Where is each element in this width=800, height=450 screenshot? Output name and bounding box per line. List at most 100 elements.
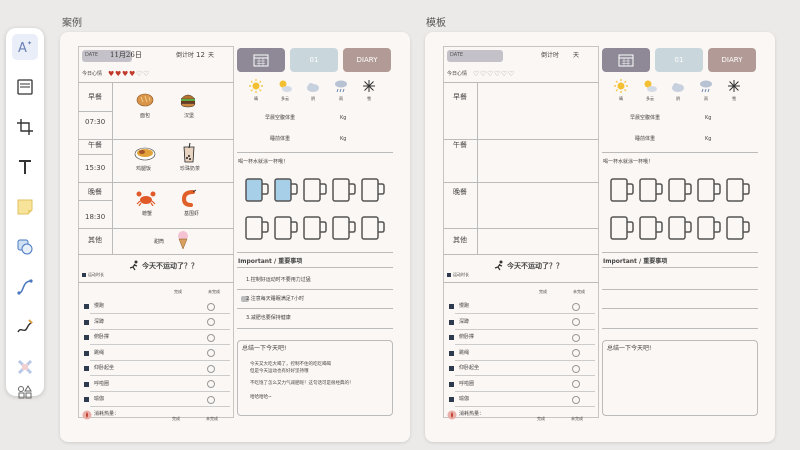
- tab-01[interactable]: 01: [290, 48, 338, 72]
- checkbox-icon: [447, 273, 451, 277]
- mood-heart-icon[interactable]: ♡: [473, 71, 479, 78]
- water-cup-icon[interactable]: [609, 215, 635, 245]
- calorie-done: 完成: [537, 416, 545, 421]
- water-cup-icon[interactable]: [667, 177, 693, 207]
- important-item: 2.注意每天睡眠满足7小时: [246, 296, 304, 302]
- important-item: 3.减肥也要保持健康: [246, 315, 291, 321]
- exercise-radio[interactable]: [572, 395, 580, 404]
- water-cup-icon[interactable]: [331, 215, 357, 245]
- mood-heart-icon[interactable]: ♡: [487, 71, 493, 78]
- exercise-radio[interactable]: [572, 364, 580, 373]
- mood-heart-icon[interactable]: ♡: [494, 71, 500, 78]
- exercise-name: 深蹲: [459, 318, 470, 325]
- tab-01[interactable]: 01: [655, 48, 703, 72]
- sticky-note-icon[interactable]: [12, 194, 38, 220]
- more-shapes-icon[interactable]: [12, 384, 38, 400]
- board-label-template: 模板: [426, 18, 446, 29]
- water-cup-icon[interactable]: [273, 215, 299, 245]
- exercise-radio[interactable]: [207, 349, 215, 357]
- tab-diary[interactable]: DIARY: [343, 48, 391, 72]
- connector-icon[interactable]: [12, 274, 38, 300]
- shape-icon[interactable]: [12, 234, 38, 260]
- food-label: 基围虾: [184, 211, 200, 217]
- rain-icon[interactable]: [699, 79, 713, 93]
- running-icon: [494, 260, 503, 271]
- left-column-frame: [443, 46, 599, 418]
- partly-cloudy-icon[interactable]: [642, 79, 658, 93]
- water-cup-icon[interactable]: [638, 177, 664, 207]
- water-cup-icon[interactable]: [609, 177, 635, 207]
- cloudy-icon[interactable]: [306, 81, 320, 93]
- water-cup-icon[interactable]: [667, 215, 693, 245]
- frame-page-icon[interactable]: [12, 74, 38, 100]
- water-cup-icon[interactable]: [302, 177, 328, 207]
- chicken-rice-icon: [134, 147, 156, 161]
- water-cup-icon[interactable]: [360, 177, 386, 207]
- pen-icon[interactable]: [12, 314, 38, 340]
- food-label: 汉堡: [184, 113, 195, 119]
- meal-dinner-time: 18:30: [85, 213, 106, 221]
- exercise-name: 俯卧撑: [94, 334, 110, 340]
- water-cup-icon[interactable]: [244, 177, 270, 207]
- cross-eraser-icon[interactable]: [12, 354, 38, 380]
- weight-morning-label: 早晨空腹体重: [630, 115, 661, 121]
- food-label: 鸡腿饭: [136, 166, 152, 172]
- exercise-radio[interactable]: [572, 318, 580, 326]
- water-cup-icon[interactable]: [725, 177, 751, 207]
- partly-cloudy-icon[interactable]: [277, 79, 293, 93]
- weather-label: 雨: [339, 96, 343, 101]
- exercise-radio[interactable]: [572, 302, 580, 311]
- calendar-icon: [253, 54, 269, 67]
- exercise-header-todo: 未完成: [208, 289, 220, 294]
- water-cup-icon[interactable]: [725, 215, 751, 245]
- water-cup-icon[interactable]: [302, 215, 328, 245]
- mood-heart-icon[interactable]: ♡: [501, 71, 507, 78]
- water-cup-icon[interactable]: [244, 215, 270, 245]
- mood-heart-icon[interactable]: ♡: [508, 71, 514, 78]
- summary-line: 哈哈哈哈~: [250, 395, 272, 400]
- sun-icon[interactable]: [614, 79, 628, 93]
- bubble-tea-icon: [183, 143, 195, 163]
- sun-icon[interactable]: [249, 79, 263, 93]
- exercise-radio[interactable]: [572, 380, 580, 388]
- meal-other-label: 其他: [453, 236, 467, 244]
- water-cup-icon[interactable]: [331, 177, 357, 207]
- exercise-radio[interactable]: [207, 333, 215, 342]
- exercise-radio[interactable]: [207, 302, 215, 311]
- water-cup-icon[interactable]: [273, 177, 299, 207]
- meal-other-label: 其他: [88, 236, 102, 244]
- left-toolbar: A ✦: [6, 28, 44, 399]
- ai-icon[interactable]: A ✦: [12, 34, 38, 60]
- calendar-icon: [618, 54, 634, 67]
- template-page[interactable]: DATE 倒计时 天 今日心情 ♡ ♡ ♡ ♡ ♡ ♡ 早餐 午餐 晚餐 其他 …: [425, 32, 775, 442]
- exercise-name: 呼啦圈: [459, 380, 475, 387]
- mood-heart-icon: ♥: [108, 70, 115, 78]
- text-tool-icon[interactable]: [12, 154, 38, 180]
- water-cup-icon[interactable]: [696, 215, 722, 245]
- exercise-radio[interactable]: [572, 333, 580, 342]
- exercise-radio[interactable]: [207, 380, 215, 388]
- exercise-header-done: 完成: [539, 289, 547, 294]
- mood-heart-icon[interactable]: ♡: [480, 71, 486, 78]
- exercise-radio[interactable]: [207, 318, 215, 326]
- water-cup-icon[interactable]: [696, 177, 722, 207]
- mood-heart-icon: ♥: [115, 70, 122, 78]
- exercise-radio[interactable]: [572, 349, 580, 357]
- calendar-tab[interactable]: [237, 48, 285, 72]
- crop-icon[interactable]: [12, 114, 38, 140]
- water-cup-icon[interactable]: [638, 215, 664, 245]
- rain-icon[interactable]: [334, 79, 348, 93]
- calendar-tab[interactable]: [602, 48, 650, 72]
- meal-lunch-time: 15:30: [85, 164, 106, 172]
- meal-lunch-label: 午餐: [88, 141, 102, 149]
- snow-icon[interactable]: [362, 79, 376, 93]
- exercise-radio[interactable]: [207, 395, 215, 404]
- countdown-value: 12: [196, 51, 205, 59]
- tab-diary[interactable]: DIARY: [708, 48, 756, 72]
- example-page[interactable]: DATE 11月26日 倒计时 12 天 今日心情 ♥ ♥ ♥ ♥ ♡ ♡ 早餐…: [60, 32, 410, 442]
- cloudy-icon[interactable]: [671, 81, 685, 93]
- exercise-radio[interactable]: [207, 364, 215, 373]
- snow-icon[interactable]: [727, 79, 741, 93]
- weather-label: 阴: [676, 96, 680, 101]
- water-cup-icon[interactable]: [360, 215, 386, 245]
